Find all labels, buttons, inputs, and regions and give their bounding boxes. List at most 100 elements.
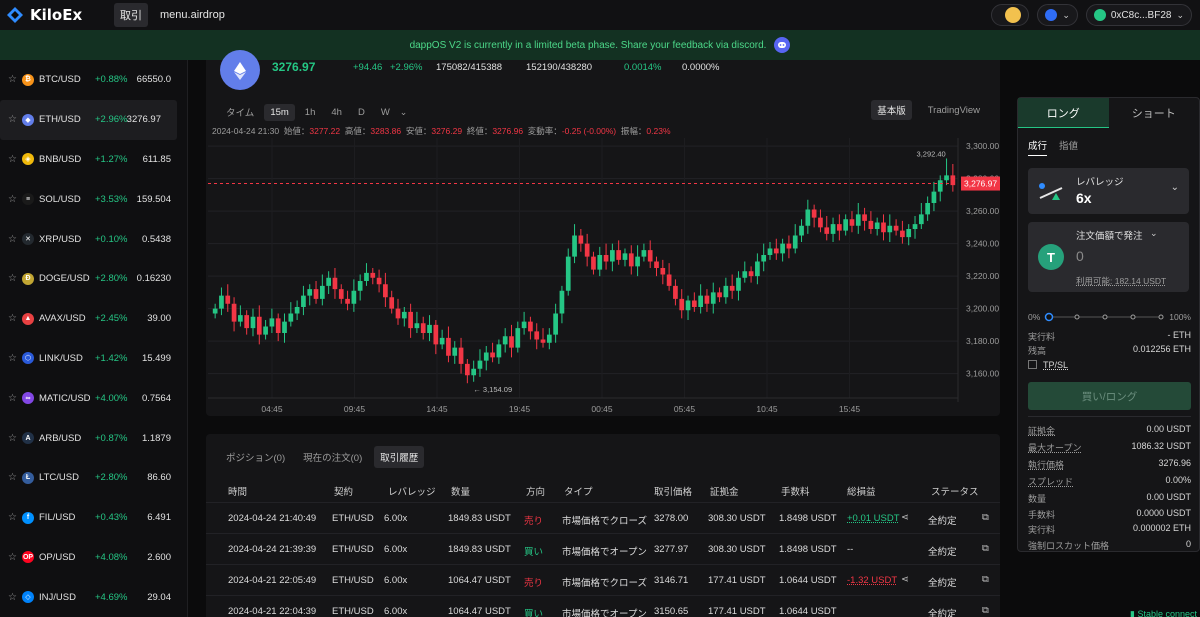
amount-input-box[interactable]: 注文価額で発注 ⌄ T 0 利用可能: 182.14 USDT — [1028, 222, 1189, 292]
chevron-down-icon[interactable]: ⌄ — [400, 107, 408, 118]
amount-slider[interactable]: 0% 100% — [1028, 311, 1191, 323]
candle — [275, 318, 281, 333]
amount-mode-label[interactable]: 注文価額で発注 — [1076, 228, 1143, 242]
nav-trade[interactable]: 取引 — [114, 3, 148, 27]
interval-d[interactable]: D — [352, 104, 371, 121]
order-qty: 1064.47 USDT — [448, 606, 511, 617]
leverage-value: 6x — [1076, 190, 1092, 206]
slider-thumb[interactable] — [1044, 312, 1054, 322]
market-item[interactable]: ☆ ◇ INJ/USD +4.69% 29.04 — [0, 577, 187, 617]
y-tick-label: 3,260.00 — [966, 206, 999, 216]
order-type-market[interactable]: 成行 — [1028, 138, 1048, 156]
network-selector[interactable]: ⌄ — [1037, 4, 1078, 26]
market-pair: XRP/USD — [39, 233, 82, 245]
x-tick-label: 09:45 — [344, 404, 366, 414]
external-link-icon[interactable]: ⧉ — [982, 605, 989, 616]
market-item[interactable]: ☆ ✕ XRP/USD +0.10% 0.5438 — [0, 219, 187, 259]
slider-track[interactable] — [1044, 311, 1166, 323]
table-row: 2024-04-21 22:04:39 ETH/USD 6.00x 1064.47 U… — [206, 595, 1000, 617]
tab-positions[interactable]: ポジション(0) — [220, 446, 291, 468]
tab-open-orders[interactable]: 現在の注文(0) — [297, 446, 368, 468]
external-link-icon[interactable]: ⧉ — [982, 574, 989, 585]
theme-toggle[interactable] — [991, 4, 1030, 26]
candle — [868, 220, 874, 229]
candle — [212, 308, 218, 314]
leverage-selector[interactable]: レバレッジ 6x ⌄ — [1028, 168, 1189, 214]
order-margin: 308.30 USDT — [708, 513, 766, 524]
market-item[interactable]: ☆ ◆ ETH/USD +2.96% 3276.97 — [0, 99, 177, 140]
price-chart[interactable]: 3,300.003,280.003,260.003,240.003,220.00… — [206, 138, 1000, 416]
buy-long-button[interactable]: 買い/ロング — [1028, 382, 1191, 410]
market-item[interactable]: ☆ ▲ AVAX/USD +2.45% 39.00 — [0, 299, 187, 339]
external-link-icon[interactable]: ⧉ — [982, 543, 989, 554]
interval-4h[interactable]: 4h — [325, 104, 348, 121]
interval-15m[interactable]: 15m — [264, 103, 295, 121]
market-item[interactable]: ☆ A ARB/USD +0.87% 1.1879 — [0, 418, 187, 458]
share-icon[interactable]: ⋖ — [901, 512, 909, 523]
logo[interactable]: KiloEx — [6, 6, 106, 24]
market-item[interactable]: ☆ f FIL/USD +0.43% 6.491 — [0, 498, 187, 538]
external-link-icon[interactable]: ⧉ — [982, 512, 989, 523]
ticker-oi-long: 175082/415388 — [436, 62, 503, 73]
market-item[interactable]: ☆ ⬡ LINK/USD +1.42% 15.499 — [0, 339, 187, 379]
tab-trade-history[interactable]: 取引履歴 — [374, 446, 425, 468]
x-tick-label: 15:45 — [839, 404, 861, 414]
order-leverage: 6.00x — [384, 575, 408, 586]
table-row: 2024-04-24 21:39:39 ETH/USD 6.00x 1849.83 U… — [206, 533, 1000, 564]
candle — [900, 230, 905, 238]
star-icon[interactable]: ☆ — [8, 472, 22, 483]
interval-time[interactable]: タイム — [220, 102, 260, 122]
wallet-icon — [1093, 9, 1106, 21]
chart-mode-basic[interactable]: 基本版 — [871, 100, 912, 120]
star-icon[interactable]: ☆ — [8, 552, 22, 563]
discord-icon[interactable] — [774, 37, 791, 53]
star-icon[interactable]: ☆ — [8, 234, 22, 245]
candle — [736, 277, 741, 291]
market-price: 2.600 — [147, 551, 171, 563]
star-icon[interactable]: ☆ — [8, 393, 22, 404]
market-list: ☆ ₿ BTC/USD +0.88% 66550.0 ☆ ◆ ETH/USD +2.96% 327… — [0, 60, 188, 617]
tab-short[interactable]: ショート — [1109, 98, 1200, 128]
nav-airdrop[interactable]: menu.airdrop — [160, 9, 225, 21]
order-price: 3150.65 — [654, 606, 689, 617]
market-item[interactable]: ☆ ₿ BTC/USD +0.88% 66550.0 — [0, 60, 187, 100]
star-icon[interactable]: ☆ — [8, 74, 22, 85]
market-pair: AVAX/USD — [39, 313, 86, 325]
tab-long[interactable]: ロング — [1018, 98, 1109, 128]
market-pair: LTC/USD — [39, 472, 79, 484]
star-icon[interactable]: ☆ — [8, 194, 22, 205]
interval-1h[interactable]: 1h — [299, 104, 322, 121]
market-item[interactable]: ☆ OP OP/USD +4.08% 2.600 — [0, 538, 187, 578]
wallet-button[interactable]: 0xC8c...BF28 ⌄ — [1085, 4, 1192, 26]
chevron-down-icon: ⌄ — [1150, 228, 1158, 238]
tpsl-checkbox[interactable] — [1028, 360, 1037, 369]
market-pair: SOL/USD — [39, 193, 81, 205]
star-icon[interactable]: ☆ — [8, 273, 22, 284]
chart-mode-tradingview[interactable]: TradingView — [922, 102, 986, 119]
market-change: +0.87% — [95, 432, 128, 444]
market-item[interactable]: ☆ ≡ SOL/USD +3.53% 159.504 — [0, 179, 187, 219]
tpsl-label[interactable]: TP/SL — [1043, 360, 1068, 370]
market-item[interactable]: ☆ ∞ MATIC/USD +4.00% 0.7564 — [0, 378, 187, 418]
amount-input[interactable]: 0 — [1076, 248, 1084, 264]
share-icon[interactable]: ⋖ — [901, 574, 909, 585]
star-icon[interactable]: ☆ — [8, 512, 22, 523]
candle — [704, 295, 710, 304]
star-icon[interactable]: ☆ — [8, 353, 22, 364]
interval-w[interactable]: W — [375, 104, 396, 121]
star-icon[interactable]: ☆ — [8, 154, 22, 165]
star-icon[interactable]: ☆ — [8, 592, 22, 603]
candle — [647, 250, 653, 262]
market-item[interactable]: ☆ ◈ BNB/USD +1.27% 611.85 — [0, 140, 187, 180]
order-margin: 177.41 USDT — [708, 575, 766, 586]
star-icon[interactable]: ☆ — [8, 114, 22, 125]
tpsl-row[interactable]: TP/SL — [1028, 360, 1191, 370]
candle — [420, 323, 426, 333]
order-type-limit[interactable]: 指値 — [1059, 138, 1078, 156]
candle — [799, 225, 804, 236]
star-icon[interactable]: ☆ — [8, 313, 22, 324]
market-item[interactable]: ☆ Ð DOGE/USD +2.80% 0.16230 — [0, 259, 187, 299]
star-icon[interactable]: ☆ — [8, 433, 22, 444]
fee-value: 0.0000 USDT — [1136, 508, 1191, 518]
market-item[interactable]: ☆ Ł LTC/USD +2.80% 86.60 — [0, 458, 187, 498]
